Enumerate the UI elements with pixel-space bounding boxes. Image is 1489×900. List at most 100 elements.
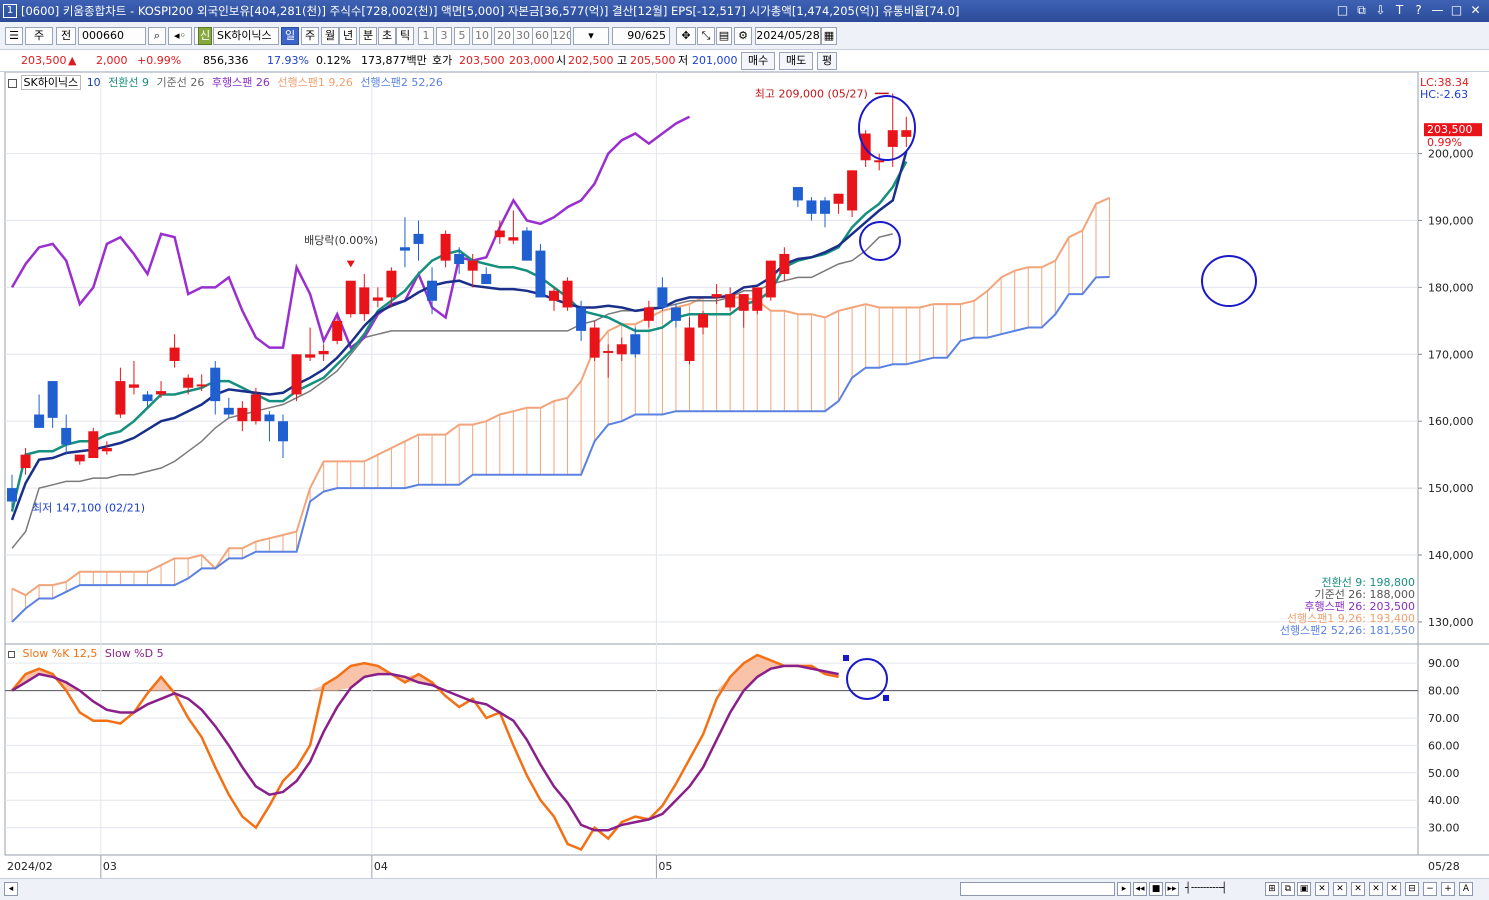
price-tick-label: 180,000 xyxy=(1428,281,1474,294)
scroll-thumb[interactable] xyxy=(960,882,1115,896)
date-input[interactable]: 2024/05/28 xyxy=(755,27,821,45)
tab-tick[interactable]: 틱 xyxy=(396,27,414,45)
stoch-overbought-fill xyxy=(12,655,839,691)
stop-icon[interactable]: ■ xyxy=(1149,882,1163,896)
stock-code-input[interactable]: 000660 xyxy=(78,27,146,45)
zoom-icon[interactable]: ⊞ xyxy=(1265,882,1279,896)
evaluate-button[interactable]: 평 xyxy=(817,52,838,70)
copy-icon[interactable]: ⧉ xyxy=(1281,882,1295,896)
legend-kijun[interactable]: 기준선 26 xyxy=(157,76,205,89)
candle-body xyxy=(210,367,221,402)
fast-forward-icon[interactable]: ▸▸ xyxy=(1165,882,1179,896)
candle-body xyxy=(345,280,356,315)
maximize-button[interactable]: □ xyxy=(1449,3,1464,18)
legend-chikou[interactable]: 후행스팬 26 xyxy=(212,76,270,89)
scroll-bar[interactable]: ◂ ▸ ◂◂ ■ ▸▸ ┤╌╌╌╌╌┤ ⊞ ⧉ ▣ ✕ ✕ ✕ ✕ ✕ ⊟ − … xyxy=(0,878,1489,900)
high-annotation: 최고 209,000 (05/27) xyxy=(755,87,868,100)
rewind-icon[interactable]: ◂◂ xyxy=(1133,882,1147,896)
candle-body xyxy=(792,187,803,201)
minimize-button[interactable]: — xyxy=(1430,3,1445,18)
zoom-in-icon[interactable]: + xyxy=(1441,882,1455,896)
scroll-right-icon[interactable]: ▸ xyxy=(1117,882,1131,896)
duplicate-window-icon[interactable]: ⧉ xyxy=(1354,3,1369,18)
tab-day[interactable]: 일 xyxy=(281,27,299,45)
tool-icon-2[interactable]: ✕ xyxy=(1333,882,1347,896)
display-count[interactable]: 90/625 xyxy=(612,27,670,45)
calendar-icon[interactable]: ▦ xyxy=(821,27,837,45)
close-button[interactable]: ✕ xyxy=(1468,3,1483,18)
buy-button[interactable]: 매수 xyxy=(741,52,776,70)
legend-span-b[interactable]: 선행스팬2 52,26 xyxy=(360,76,442,89)
scroll-left-icon[interactable]: ◂ xyxy=(4,882,18,896)
speed-slider[interactable]: ┤╌╌╌╌╌┤ xyxy=(1185,882,1257,896)
tab-week[interactable]: 주 xyxy=(301,27,319,45)
layout-icon[interactable]: □ xyxy=(1335,3,1350,18)
gear-icon[interactable]: ⚙ xyxy=(734,27,752,45)
chart-canvas[interactable]: 200,000 190,000 180,000 170,000 160,000 150,0… xyxy=(0,72,1489,878)
chart-area[interactable]: 200,000 190,000 180,000 170,000 160,000 150,0… xyxy=(0,72,1489,878)
legend-slow-d[interactable]: Slow %D 5 xyxy=(105,647,164,660)
candle-body xyxy=(34,414,45,428)
stoch-tick-label: 40.00 xyxy=(1428,794,1460,807)
sound-icon[interactable]: ◂◦ xyxy=(168,27,192,45)
legend-stock-name: SK하이닉스 xyxy=(20,75,82,90)
minute-select[interactable]: ▾ xyxy=(573,27,609,45)
minute-option[interactable]: 1 xyxy=(418,27,434,45)
candle-body xyxy=(765,260,776,298)
dividend-arrow-icon xyxy=(346,260,355,268)
tool-icon-1[interactable]: ✕ xyxy=(1315,882,1329,896)
minute-option[interactable]: 60 xyxy=(532,27,552,45)
tool-icon-5[interactable]: ✕ xyxy=(1387,882,1401,896)
tab-month[interactable]: 월 xyxy=(321,27,339,45)
minute-option[interactable]: 5 xyxy=(454,27,470,45)
candle-body xyxy=(20,454,31,469)
tab-minute[interactable]: 분 xyxy=(359,27,377,45)
window-menu-icon[interactable]: ☰ xyxy=(5,27,23,45)
tool-icon-3[interactable]: ✕ xyxy=(1351,882,1365,896)
save-icon[interactable]: ▤ xyxy=(716,27,732,45)
tab-year[interactable]: 년 xyxy=(339,27,357,45)
draw-line-icon[interactable]: ⤡ xyxy=(697,27,715,45)
minute-option[interactable]: 20 xyxy=(494,27,514,45)
auto-scale-icon[interactable]: A xyxy=(1459,882,1473,896)
candle-body xyxy=(386,270,397,298)
legend-span-a[interactable]: 선행스팬1 9,26 xyxy=(277,76,352,89)
xaxis-label: 03 xyxy=(103,860,117,873)
candle-body xyxy=(576,307,587,331)
tab-second[interactable]: 초 xyxy=(378,27,396,45)
candle-body xyxy=(101,447,112,452)
candle-body xyxy=(427,280,438,301)
minute-option[interactable]: 3 xyxy=(436,27,452,45)
zoom-out-icon[interactable]: − xyxy=(1423,882,1437,896)
crosshair-icon[interactable]: ✥ xyxy=(676,27,696,45)
minute-option[interactable]: 30 xyxy=(513,27,533,45)
low-label: 저 xyxy=(678,54,689,67)
settings-box-icon[interactable] xyxy=(8,650,15,658)
tool-icon-6[interactable]: ⊟ xyxy=(1405,882,1419,896)
search-icon[interactable]: ⌕ xyxy=(148,27,166,45)
bid-price: 203,000 xyxy=(509,54,555,67)
view-icon[interactable]: ▣ xyxy=(1297,882,1311,896)
settings-box-icon[interactable] xyxy=(8,78,17,88)
period-select[interactable]: 주 xyxy=(25,27,53,45)
stock-name-field: SK하이닉스 xyxy=(213,27,279,45)
candle-body xyxy=(508,237,519,241)
all-button[interactable]: 전 xyxy=(56,27,76,45)
candle-body xyxy=(88,431,99,459)
minute-option[interactable]: 120 xyxy=(551,27,571,45)
candle-body xyxy=(318,350,329,355)
minute-option[interactable]: 10 xyxy=(472,27,492,45)
legend-tenkan[interactable]: 전환선 9 xyxy=(108,76,149,89)
candle-body xyxy=(752,287,763,311)
tool-icon-4[interactable]: ✕ xyxy=(1369,882,1383,896)
legend-slow-k[interactable]: Slow %K 12,5 xyxy=(23,647,98,660)
text-icon[interactable]: T xyxy=(1392,3,1407,18)
candle-body xyxy=(183,377,194,388)
candle-body xyxy=(47,381,58,418)
stoch-tick-label: 90.00 xyxy=(1428,657,1460,670)
download-icon[interactable]: ⇩ xyxy=(1373,3,1388,18)
title-bar: 1 [0600] 키움종합차트 - KOSPI200 외국인보유[404,281… xyxy=(0,0,1489,22)
sell-button[interactable]: 매도 xyxy=(779,52,814,70)
help-icon[interactable]: ? xyxy=(1411,3,1426,18)
candle-body xyxy=(738,294,749,311)
